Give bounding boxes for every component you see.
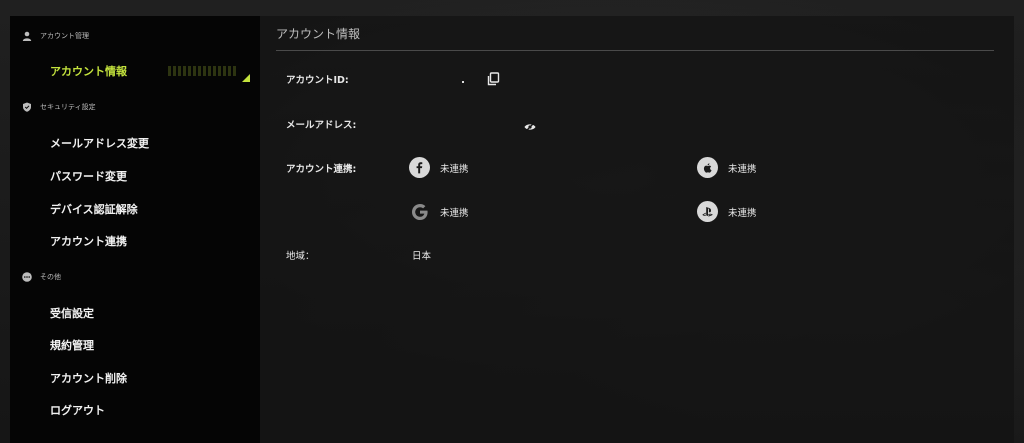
section-heading-label: セキュリティ設定 [40, 103, 96, 111]
main-panel: アカウント情報 アカウントID: メールアドレス: アカウント連携: 未連携 未… [260, 16, 1014, 443]
shield-icon [22, 102, 32, 112]
sidebar-item-label: アカウント削除 [50, 372, 127, 385]
sidebar-item-account-link[interactable]: アカウント連携 [50, 230, 250, 252]
sidebar-item-terms[interactable]: 規約管理 [50, 334, 250, 356]
apple-icon [697, 157, 718, 178]
service-facebook[interactable]: 未連携 [409, 157, 469, 178]
service-status: 未連携 [728, 207, 757, 219]
sidebar-item-label: 規約管理 [50, 339, 94, 352]
sidebar-item-receive-settings[interactable]: 受信設定 [50, 302, 250, 324]
playstation-icon [697, 201, 718, 222]
sidebar-item-label: デバイス認証解除 [50, 203, 138, 216]
sidebar-item-account-info[interactable]: アカウント情報 [50, 60, 250, 82]
sidebar-item-password-change[interactable]: パスワード変更 [50, 165, 250, 187]
sidebar-item-email-change[interactable]: メールアドレス変更 [50, 132, 250, 154]
sidebar-item-label: アカウント連携 [50, 235, 127, 248]
service-status: 未連携 [440, 207, 469, 219]
sidebar-item-label: ログアウト [50, 404, 105, 417]
title-divider [276, 50, 994, 51]
active-indicator-pattern [168, 66, 236, 76]
active-indicator-triangle [242, 74, 250, 82]
section-heading-label: その他 [40, 273, 61, 281]
section-heading-security: セキュリティ設定 [22, 99, 96, 115]
sidebar-item-label: パスワード変更 [50, 170, 127, 183]
sidebar-item-label: アカウント情報 [50, 65, 127, 78]
sidebar-item-device-deauth[interactable]: デバイス認証解除 [50, 198, 250, 220]
service-google[interactable]: 未連携 [409, 201, 469, 222]
service-apple[interactable]: 未連携 [697, 157, 757, 178]
sidebar-item-label: メールアドレス変更 [50, 137, 149, 150]
facebook-icon [409, 157, 430, 178]
copy-icon[interactable] [486, 71, 500, 86]
google-icon [409, 201, 430, 222]
service-playstation[interactable]: 未連携 [697, 201, 757, 222]
eye-hidden-icon[interactable] [524, 117, 536, 132]
sidebar-item-delete-account[interactable]: アカウント削除 [50, 367, 250, 389]
section-heading-account: アカウント管理 [22, 28, 89, 44]
section-heading-other: その他 [22, 269, 61, 285]
account-id-label: アカウントID: [286, 75, 349, 86]
account-id-value-masked [462, 81, 464, 83]
service-status: 未連携 [728, 163, 757, 175]
region-value: 日本 [412, 251, 432, 262]
sidebar-item-label: 受信設定 [50, 307, 94, 320]
more-icon [22, 272, 32, 282]
account-link-label: アカウント連携: [286, 164, 357, 175]
service-status: 未連携 [440, 163, 469, 175]
sidebar: アカウント管理 アカウント情報 セキュリティ設定 メールアドレス変更 パスワード… [10, 16, 260, 443]
region-label: 地域： [286, 251, 315, 262]
user-icon [22, 31, 32, 41]
page-title: アカウント情報 [276, 27, 361, 41]
sidebar-item-logout[interactable]: ログアウト [50, 399, 250, 421]
email-label: メールアドレス: [286, 120, 357, 131]
section-heading-label: アカウント管理 [40, 32, 89, 40]
